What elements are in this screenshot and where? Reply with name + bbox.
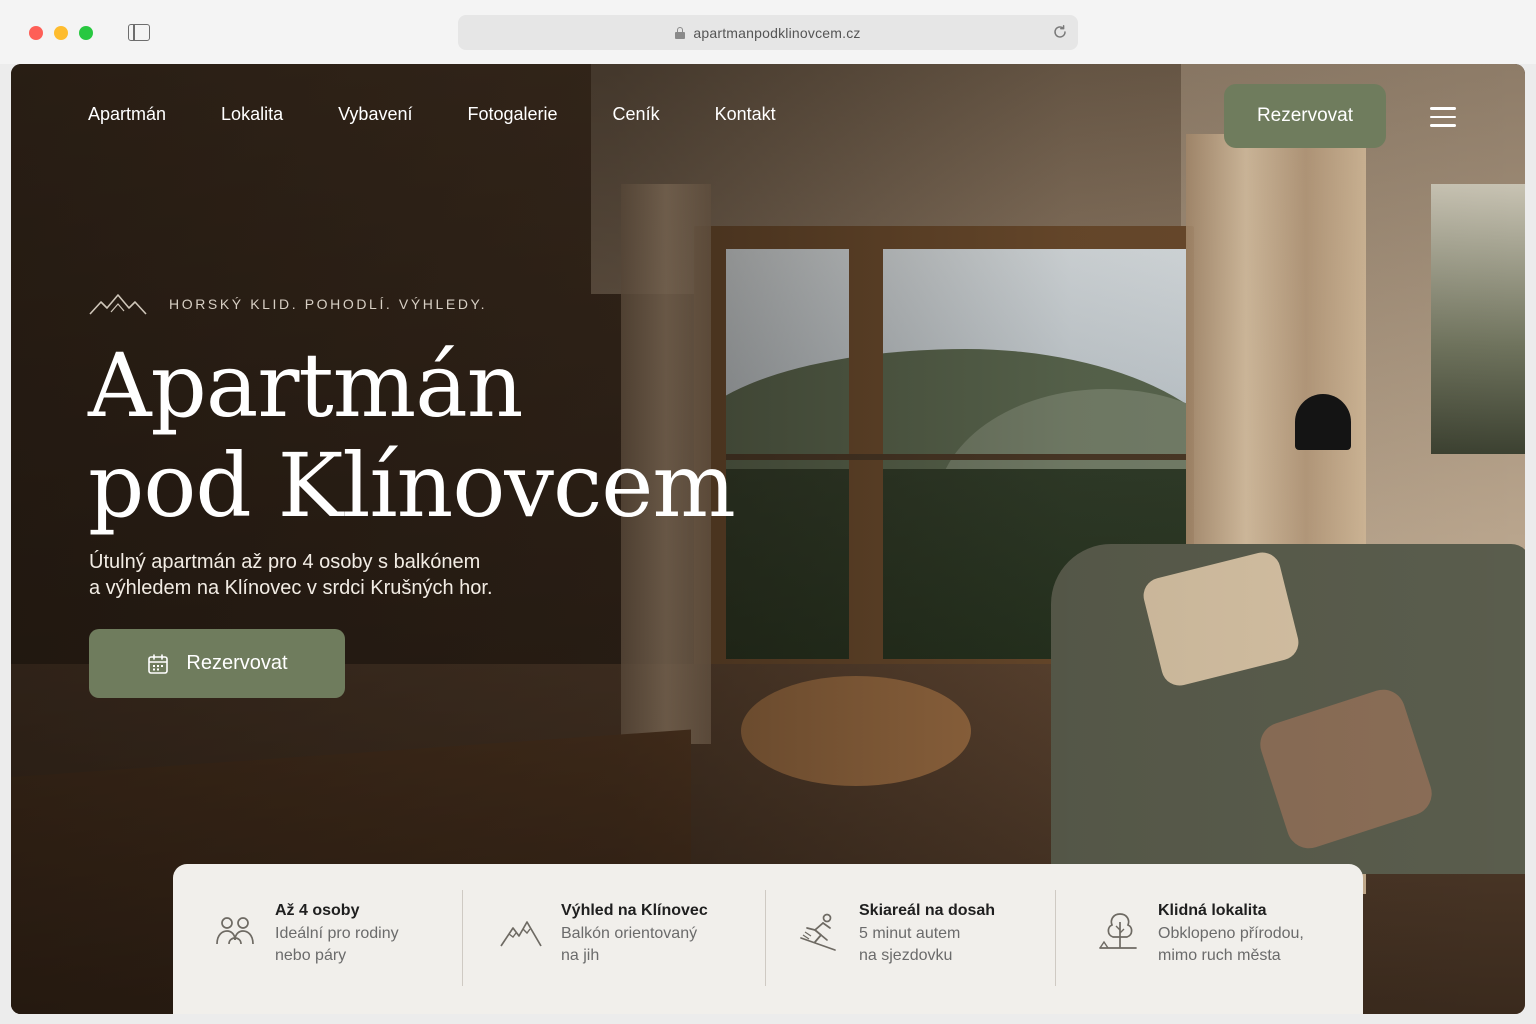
lock-icon (675, 26, 686, 39)
hero-title: Apartmán pod Klínovcem (88, 334, 736, 537)
reload-icon[interactable] (1052, 24, 1068, 40)
tree-icon (1099, 913, 1137, 949)
hero-tagline-row: HORSKÝ KLID. POHODLÍ. VÝHLEDY. (89, 292, 487, 316)
nav-item-cenik[interactable]: Ceník (613, 104, 660, 125)
website-viewport: Apartmán Lokalita Vybavení Fotogalerie C… (11, 64, 1525, 1014)
skier-icon (800, 913, 836, 951)
hero-title-line1: Apartmán (88, 334, 523, 437)
people-icon (216, 917, 254, 945)
hero-subtitle: Útulný apartmán až pro 4 osoby s balkóne… (89, 549, 589, 601)
feature-divider (1055, 890, 1056, 986)
feature-title: Skiareál na dosah (859, 902, 996, 919)
nav-item-kontakt[interactable]: Kontakt (715, 104, 776, 125)
feature-item-guests: Až 4 osoby Ideální pro rodiny nebo páry (213, 864, 399, 967)
feature-title: Výhled na Klínovec (561, 902, 708, 919)
hero-reserve-button[interactable]: Rezervovat (89, 629, 345, 698)
nav-item-apartman[interactable]: Apartmán (88, 104, 166, 125)
hero-subtitle-line1: Útulný apartmán až pro 4 osoby s balkóne… (89, 551, 481, 573)
feature-item-ski: Skiareál na dosah 5 minut autem na sjezdo… (797, 864, 995, 967)
feature-title: Klidná lokalita (1158, 902, 1267, 919)
nav-item-vybaveni[interactable]: Vybavení (338, 104, 412, 125)
mountain-icon (500, 921, 542, 947)
nav-item-lokalita[interactable]: Lokalita (221, 104, 283, 125)
main-nav: Apartmán Lokalita Vybavení Fotogalerie C… (88, 104, 831, 125)
feature-title: Až 4 osoby (275, 902, 360, 919)
browser-chrome: apartmanpodklinovcem.cz (0, 0, 1536, 64)
calendar-icon (148, 653, 169, 674)
feature-divider (462, 890, 463, 986)
feature-item-quiet: Klidná lokalita Obklopeno přírodou, mimo … (1096, 864, 1304, 967)
nav-reserve-button[interactable]: Rezervovat (1224, 84, 1386, 148)
hero-title-line2: pod Klínovcem (88, 434, 736, 537)
maximize-window-button[interactable] (79, 26, 93, 40)
url-text: apartmanpodklinovcem.cz (693, 24, 861, 41)
feature-desc: Ideální pro rodiny nebo páry (275, 925, 399, 964)
hero-tagline: HORSKÝ KLID. POHODLÍ. VÝHLEDY. (169, 296, 488, 312)
hamburger-menu-icon[interactable] (1430, 107, 1456, 127)
features-bar: Až 4 osoby Ideální pro rodiny nebo páry V… (173, 864, 1363, 1014)
feature-desc: Balkón orientovaný na jih (561, 925, 698, 964)
address-bar[interactable]: apartmanpodklinovcem.cz (458, 15, 1078, 50)
hero-subtitle-line2: a výhledem na Klínovec v srdci Krušných … (89, 577, 493, 599)
feature-desc: Obklopeno přírodou, mimo ruch města (1158, 925, 1304, 964)
close-window-button[interactable] (29, 26, 43, 40)
minimize-window-button[interactable] (54, 26, 68, 40)
hero-reserve-label: Rezervovat (186, 652, 288, 674)
mountain-outline-icon (89, 294, 147, 315)
feature-item-view: Výhled na Klínovec Balkón orientovaný na … (499, 864, 708, 967)
feature-desc: 5 minut autem na sjezdovku (859, 925, 961, 964)
sidebar-toggle-icon[interactable] (128, 24, 150, 41)
nav-item-fotogalerie[interactable]: Fotogalerie (467, 104, 557, 125)
feature-divider (765, 890, 766, 986)
